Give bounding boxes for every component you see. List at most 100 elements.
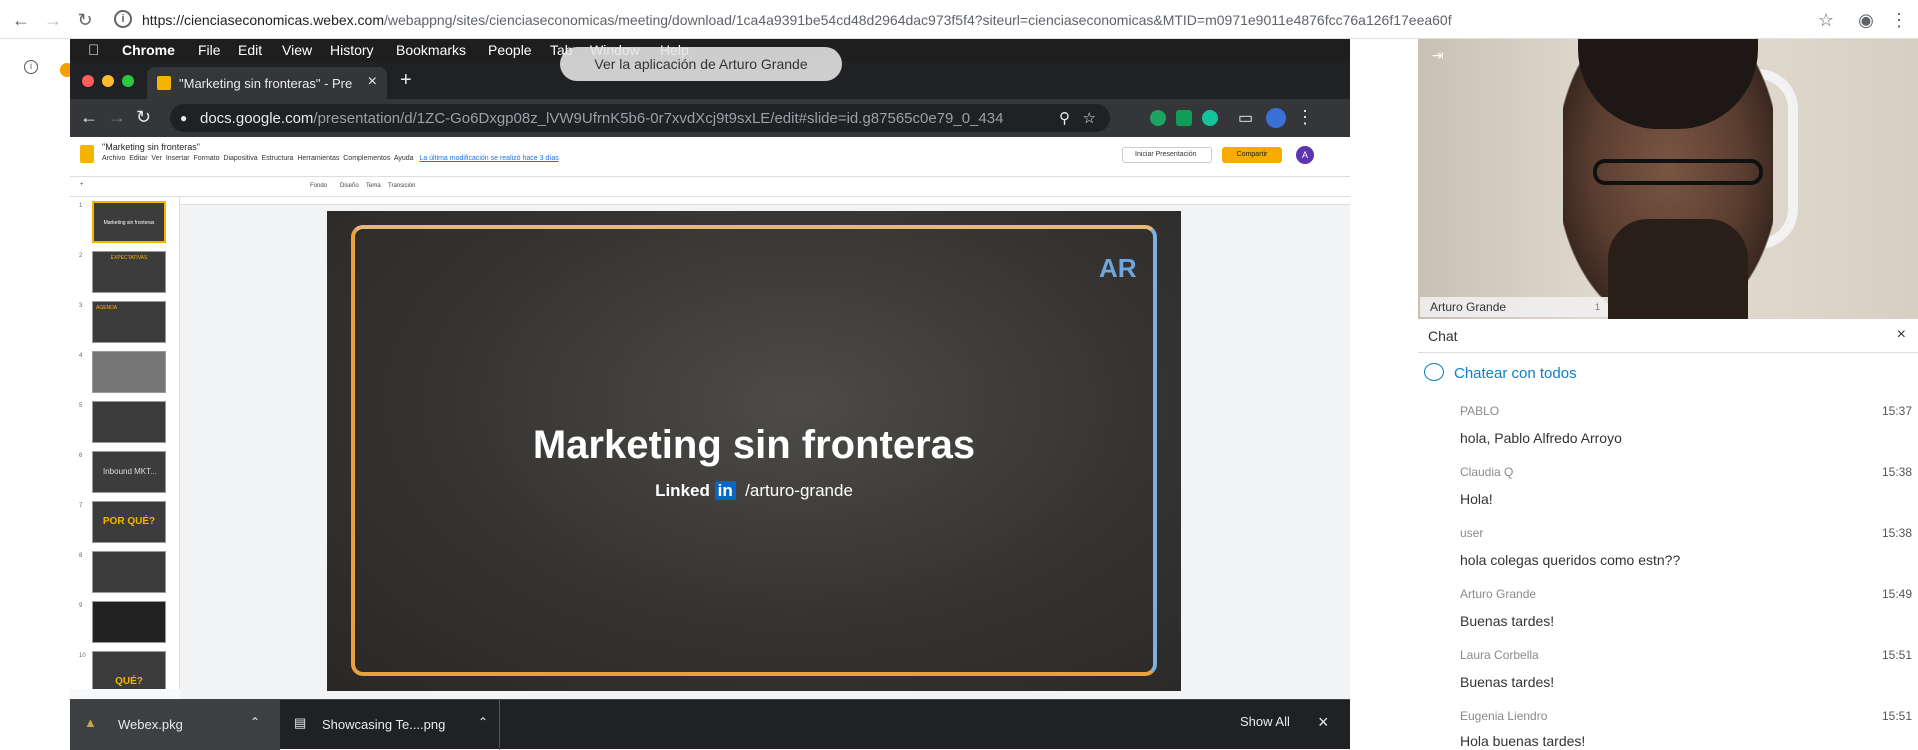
extension-icon[interactable]	[1150, 110, 1166, 126]
reload-icon[interactable]: ↻	[136, 107, 151, 128]
menu-herramientas[interactable]: Herramientas	[297, 155, 339, 162]
thumb-7[interactable]: POR QUÉ?	[92, 501, 166, 543]
grammarly-icon[interactable]	[1202, 110, 1218, 126]
thumb-9[interactable]	[92, 601, 166, 643]
thumb-6[interactable]: Inbound MKT...	[92, 451, 166, 493]
slide-canvas[interactable]: AR Marketing sin fronteras Linked in /ar…	[180, 197, 1350, 699]
avatar[interactable]	[1266, 108, 1286, 128]
avatar[interactable]: A	[1296, 146, 1314, 164]
menu-bookmarks[interactable]: Bookmarks	[396, 42, 466, 58]
menu-app[interactable]: Chrome	[122, 42, 175, 58]
thumb-4[interactable]	[92, 351, 166, 393]
add-slide-icon[interactable]: +	[80, 182, 84, 188]
message-text: hola, Pablo Alfredo Arroyo	[1460, 430, 1622, 446]
menu-history[interactable]: History	[330, 42, 374, 58]
search-icon[interactable]: ⚲	[1059, 109, 1070, 127]
close-tab-icon[interactable]: ×	[368, 73, 377, 91]
menu-insertar[interactable]: Insertar	[166, 155, 190, 162]
menu-ver[interactable]: Ver	[151, 155, 162, 162]
chevron-up-icon[interactable]: ⌃	[478, 715, 488, 729]
transition-button[interactable]: Transición	[388, 183, 415, 189]
info-icon[interactable]: i	[114, 10, 132, 28]
menu-complementos[interactable]: Complementos	[343, 155, 390, 162]
collapse-icon[interactable]: ⇥	[1432, 47, 1444, 64]
linkedin-word: Linked	[655, 481, 710, 500]
app-tooltip: Ver la aplicación de Arturo Grande	[560, 47, 842, 81]
chat-panel: Chat × Chatear con todos PABLO 15:37 hol…	[1418, 319, 1918, 749]
download-item[interactable]: ▤ Showcasing Te....png ⌃	[280, 700, 500, 750]
tab-slides[interactable]: "Marketing sin fronteras" - Pre ×	[147, 67, 387, 99]
message-time: 15:51	[1881, 648, 1912, 662]
back-icon[interactable]: ←	[10, 9, 32, 31]
menu-icon[interactable]: ⋮	[1888, 9, 1910, 31]
menu-file[interactable]: File	[198, 42, 221, 58]
new-tab-icon[interactable]: +	[400, 69, 412, 92]
menu-ayuda[interactable]: Ayuda	[394, 155, 414, 162]
message-sender: Claudia Q	[1460, 465, 1514, 479]
package-icon: ▲	[84, 715, 97, 730]
message-time: 15:38	[1881, 465, 1912, 479]
bookmark-star-icon[interactable]: ☆	[1815, 9, 1837, 31]
cast-icon[interactable]: ▭	[1238, 108, 1253, 128]
slide-subtitle: Linked in /arturo-grande	[327, 481, 1181, 501]
thumb-1[interactable]: Marketing sin fronteras	[92, 201, 166, 243]
current-slide[interactable]: AR Marketing sin fronteras Linked in /ar…	[327, 211, 1181, 691]
message-time: 15:49	[1881, 587, 1912, 601]
reload-icon[interactable]: ↻	[74, 9, 96, 31]
menu-estructura[interactable]: Estructura	[262, 155, 294, 162]
thumb-number: 4	[79, 353, 83, 359]
info-icon[interactable]: i	[24, 60, 38, 74]
menu-edit[interactable]: Edit	[238, 42, 262, 58]
menu-archivo[interactable]: Archivo	[102, 155, 125, 162]
message-time: 15:37	[1881, 404, 1912, 418]
thumb-2[interactable]: EXPECTATIVAS	[92, 251, 166, 293]
forward-icon[interactable]: →	[108, 107, 126, 128]
thumb-3[interactable]: AGENDA	[92, 301, 166, 343]
menu-icon[interactable]: ⋮	[1296, 107, 1314, 128]
download-item[interactable]: ▲ Webex.pkg ⌃	[70, 700, 280, 750]
menu-editar[interactable]: Editar	[129, 155, 147, 162]
slide-filmstrip[interactable]: 1 Marketing sin fronteras 2 EXPECTATIVAS…	[70, 197, 180, 689]
last-edit-link[interactable]: La última modificación se realizó hace 3…	[419, 155, 558, 162]
address-text: https://cienciaseconomicas.webex.com/web…	[142, 12, 1452, 28]
bookmark-star-icon[interactable]: ☆	[1083, 109, 1096, 127]
close-icon[interactable]: ×	[1897, 326, 1906, 344]
forward-icon[interactable]: →	[42, 9, 64, 31]
thumb-number: 6	[79, 453, 83, 459]
downloads-bar: ▲ Webex.pkg ⌃ ▤ Showcasing Te....png ⌃ S…	[70, 699, 1350, 750]
minimize-window-icon[interactable]	[102, 75, 114, 87]
slide-title: Marketing sin fronteras	[532, 423, 976, 467]
inner-address-bar[interactable]: ● docs.google.com/presentation/d/1ZC-Go6…	[170, 104, 1110, 132]
menu-diapositiva[interactable]: Diapositiva	[223, 155, 257, 162]
layout-button[interactable]: Diseño	[340, 183, 359, 189]
sheets-extension-icon[interactable]	[1176, 110, 1192, 126]
profile-icon[interactable]: ◉	[1855, 9, 1877, 31]
share-button[interactable]: Compartir	[1222, 147, 1282, 163]
slides-app: "Marketing sin fronteras" Archivo Editar…	[70, 137, 1350, 699]
apple-icon[interactable]: 	[88, 42, 99, 59]
background-button[interactable]: Fondo	[310, 183, 327, 189]
theme-button[interactable]: Tema	[366, 183, 381, 189]
present-button[interactable]: Iniciar Presentación	[1122, 147, 1212, 163]
chat-scope[interactable]: Chatear con todos	[1454, 365, 1577, 382]
participant-video[interactable]: ⇥	[1418, 39, 1918, 319]
close-window-icon[interactable]	[82, 75, 94, 87]
menu-view[interactable]: View	[282, 42, 312, 58]
file-icon: ▤	[294, 715, 307, 730]
message-text: hola colegas queridos como estn??	[1460, 552, 1681, 568]
menu-people[interactable]: People	[488, 42, 532, 58]
message-time: 15:51	[1881, 709, 1912, 723]
thumb-number: 9	[79, 603, 83, 609]
zoom-window-icon[interactable]	[122, 75, 134, 87]
back-icon[interactable]: ←	[80, 107, 98, 128]
chevron-up-icon[interactable]: ⌃	[250, 715, 260, 729]
thumb-8[interactable]	[92, 551, 166, 593]
menu-formato[interactable]: Formato	[193, 155, 219, 162]
message-text: Buenas tardes!	[1460, 613, 1555, 629]
close-icon[interactable]: ×	[1318, 712, 1329, 733]
thumb-10[interactable]: QUÉ?	[92, 651, 166, 689]
doc-title[interactable]: "Marketing sin fronteras"	[102, 142, 200, 152]
address-bar[interactable]: i https://cienciaseconomicas.webex.com/w…	[108, 8, 1843, 32]
thumb-5[interactable]	[92, 401, 166, 443]
show-all-button[interactable]: Show All	[1240, 714, 1290, 729]
